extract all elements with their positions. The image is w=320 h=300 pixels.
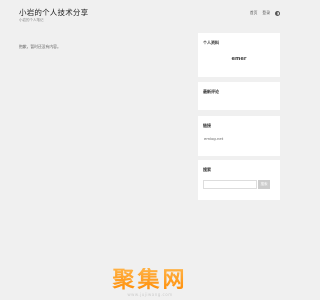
- widget-search: 搜索 搜索: [198, 160, 280, 200]
- widget-title-comments: 最新评论: [203, 89, 219, 94]
- search-input[interactable]: [203, 180, 257, 189]
- site-description: 小岩的个人笔记: [19, 18, 44, 22]
- blogger-name[interactable]: emer: [198, 56, 280, 62]
- watermark-text: 聚集网: [112, 268, 188, 293]
- page: 小岩的个人技术分享 小岩的个人笔记 首页 登录 抱歉，暂时还没有内容。 个人资料…: [0, 0, 300, 300]
- footer-watermark-logo: 聚集网 www.jujiwang.com: [0, 262, 300, 297]
- link-emlog[interactable]: emlog.net: [204, 136, 223, 141]
- widget-profile: 个人资料 emer: [198, 33, 280, 77]
- top-nav: 首页 登录: [250, 10, 280, 16]
- no-content-message: 抱歉，暂时还没有内容。: [19, 44, 61, 49]
- search-button[interactable]: 搜索: [258, 180, 270, 189]
- watermark-url: www.jujiwang.com: [127, 292, 173, 297]
- nav-home-link[interactable]: 首页: [250, 10, 258, 16]
- site-title[interactable]: 小岩的个人技术分享: [19, 7, 88, 18]
- widget-links: 链接 emlog.net: [198, 116, 280, 156]
- theme-toggle-icon[interactable]: [275, 10, 280, 16]
- nav-login-link[interactable]: 登录: [262, 10, 270, 16]
- widget-title-profile: 个人资料: [203, 40, 219, 45]
- widget-latest-comments: 最新评论: [198, 82, 280, 110]
- widget-title-links: 链接: [203, 123, 211, 128]
- widget-title-search: 搜索: [203, 167, 211, 172]
